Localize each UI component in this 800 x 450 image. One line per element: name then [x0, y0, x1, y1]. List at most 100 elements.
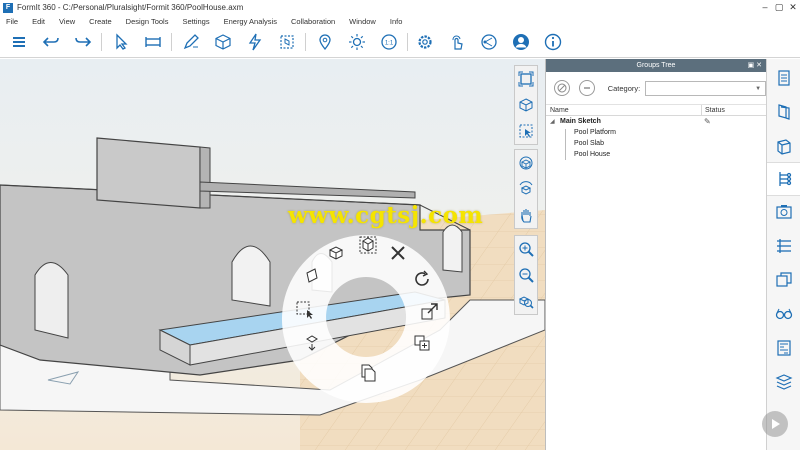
sketch-icon[interactable] [180, 31, 202, 53]
menu-create[interactable]: Create [89, 17, 112, 26]
model-scene [0, 59, 545, 450]
3d-viewport[interactable] [0, 59, 545, 450]
menu-file[interactable]: File [6, 17, 18, 26]
materials-icon[interactable] [773, 101, 795, 123]
tree-columns: Name Status [546, 105, 766, 116]
radial-paste-icon[interactable] [300, 329, 324, 353]
library-icon[interactable] [773, 136, 795, 158]
radial-group-icon[interactable] [356, 233, 380, 257]
play-button[interactable] [762, 411, 788, 437]
toolbar-divider [407, 33, 408, 51]
zoom-in-icon[interactable] [515, 236, 537, 262]
zoom-extents-icon[interactable] [515, 66, 537, 92]
lightning-icon[interactable] [244, 31, 266, 53]
remove-group-button[interactable] [578, 80, 595, 96]
radial-push-pull-icon[interactable] [300, 263, 324, 287]
window-title: FormIt 360 - C:/Personal/Pluralsight/For… [17, 3, 244, 12]
measure-icon[interactable] [142, 31, 164, 53]
zoom-window-icon[interactable] [515, 262, 537, 288]
watermark-text: www.cgtsj.com [288, 202, 484, 229]
menu-settings[interactable]: Settings [182, 17, 209, 26]
redo-icon[interactable] [72, 31, 94, 53]
menu-edit[interactable]: Edit [32, 17, 45, 26]
category-label: Category: [607, 83, 641, 93]
menu-view[interactable]: View [59, 17, 75, 26]
toolbar-divider [101, 33, 102, 51]
undo-icon[interactable] [40, 31, 62, 53]
groups-tree-icon[interactable] [773, 168, 795, 190]
radial-duplicate-icon[interactable] [356, 361, 380, 385]
close-button[interactable]: ✕ [786, 0, 800, 15]
minimize-button[interactable]: – [758, 0, 772, 15]
scale-icon[interactable]: 1:1 [378, 31, 400, 53]
radial-repeat-icon[interactable] [410, 267, 434, 291]
zoom-selected-icon[interactable] [515, 288, 537, 314]
tree-item-label: Pool Slab [574, 140, 604, 147]
category-select[interactable]: ▼ [645, 80, 767, 96]
menu-collaboration[interactable]: Collaboration [291, 17, 335, 26]
toolbar-divider [305, 33, 306, 51]
right-sidebar [766, 59, 800, 450]
tree-item-main-sketch[interactable]: ◢ Main Sketch ✎ [546, 116, 766, 127]
group-icon[interactable] [276, 31, 298, 53]
layers-icon[interactable] [773, 371, 795, 393]
cube-icon[interactable] [212, 31, 234, 53]
touch-icon[interactable] [446, 31, 468, 53]
radial-scale-icon[interactable] [418, 299, 442, 323]
menu-energy-analysis[interactable]: Energy Analysis [224, 17, 277, 26]
chevron-down-icon: ▼ [755, 85, 762, 92]
column-status[interactable]: Status [702, 105, 725, 115]
radial-copy-icon[interactable] [410, 331, 434, 355]
prohibit-icon [557, 83, 567, 93]
menu-design-tools[interactable]: Design Tools [126, 17, 169, 26]
dynamo-icon[interactable] [773, 337, 795, 359]
info-icon[interactable] [542, 31, 564, 53]
tree-item-label: Main Sketch [560, 118, 601, 125]
play-icon [772, 419, 780, 429]
orbit-select-icon[interactable] [515, 118, 537, 144]
view-toolbar [514, 65, 538, 145]
title-bar: F FormIt 360 - C:/Personal/Pluralsight/F… [0, 0, 800, 15]
app-logo: F [3, 2, 13, 13]
minus-icon [583, 87, 590, 89]
menu-icon[interactable] [8, 31, 30, 53]
walk-icon[interactable] [515, 176, 537, 202]
menu-window[interactable]: Window [349, 17, 376, 26]
svg-text:1:1: 1:1 [385, 41, 394, 47]
scenes-icon[interactable] [773, 201, 795, 223]
disable-group-button[interactable] [554, 80, 570, 96]
view-cube-icon[interactable] [515, 92, 537, 118]
pan-hand-icon[interactable] [515, 202, 537, 228]
window-controls: – ▢ ✕ [758, 0, 800, 15]
panel-title: Groups Tree [636, 62, 676, 69]
main-toolbar: 1:1 [0, 27, 800, 58]
zoom-toolbar [514, 235, 538, 315]
share-icon[interactable] [478, 31, 500, 53]
visual-styles-icon[interactable] [773, 303, 795, 325]
sun-icon[interactable] [346, 31, 368, 53]
location-icon[interactable] [314, 31, 336, 53]
tree-item-pool-slab[interactable]: Pool Slab [546, 138, 766, 149]
radial-rotate-icon[interactable] [324, 240, 348, 264]
column-name[interactable]: Name [546, 105, 702, 115]
panel-pin-close-icon[interactable]: ▣ ✕ [748, 59, 762, 72]
orbit-icon[interactable] [515, 150, 537, 176]
radial-delete-icon[interactable] [386, 241, 410, 265]
panel-tools: Category: ▼ [546, 72, 767, 105]
toolbar-divider [171, 33, 172, 51]
maximize-button[interactable]: ▢ [772, 0, 786, 15]
tree-item-pool-house[interactable]: Pool House [546, 149, 766, 160]
menu-info[interactable]: Info [390, 17, 403, 26]
tree-item-label: Pool Platform [574, 129, 617, 136]
levels-icon[interactable] [773, 235, 795, 257]
tree-item-label: Pool House [574, 151, 611, 158]
properties-icon[interactable] [773, 67, 795, 89]
user-icon[interactable] [510, 31, 532, 53]
select-icon[interactable] [110, 31, 132, 53]
tree-item-pool-platform[interactable]: Pool Platform [546, 127, 766, 138]
radial-select-icon[interactable] [292, 297, 316, 321]
menu-bar: File Edit View Create Design Tools Setti… [0, 15, 800, 27]
sketch-layers-icon[interactable] [773, 269, 795, 291]
gear-icon[interactable] [414, 31, 436, 53]
pencil-icon[interactable]: ✎ [704, 116, 711, 127]
